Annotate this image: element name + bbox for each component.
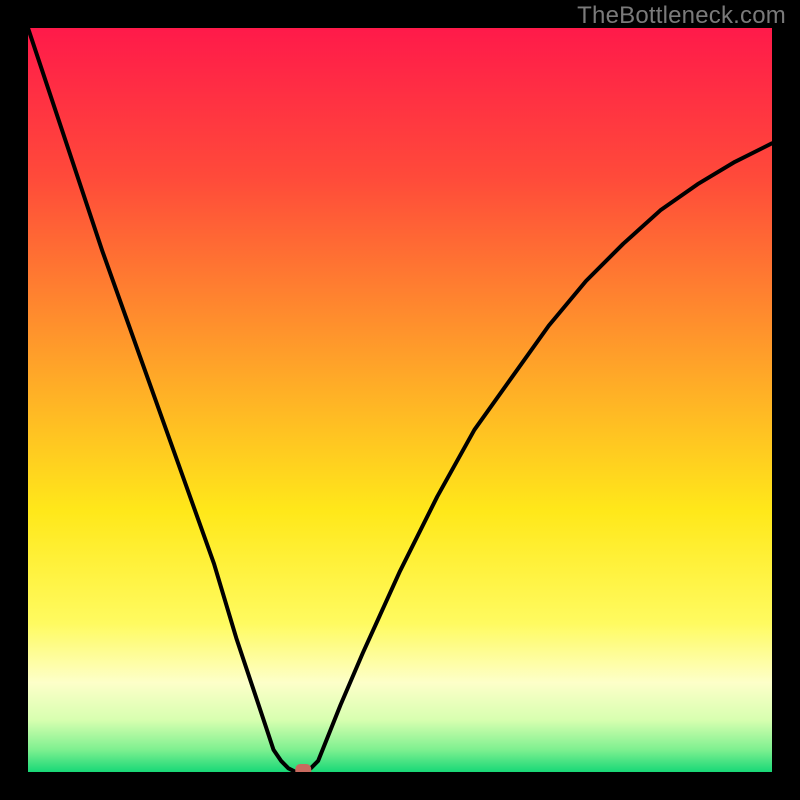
- plot-area: [28, 28, 772, 772]
- chart-background: [28, 28, 772, 772]
- watermark-text: TheBottleneck.com: [577, 2, 786, 30]
- chart-svg: [28, 28, 772, 772]
- optimal-point-marker: [295, 764, 311, 772]
- chart-frame: TheBottleneck.com: [0, 0, 800, 800]
